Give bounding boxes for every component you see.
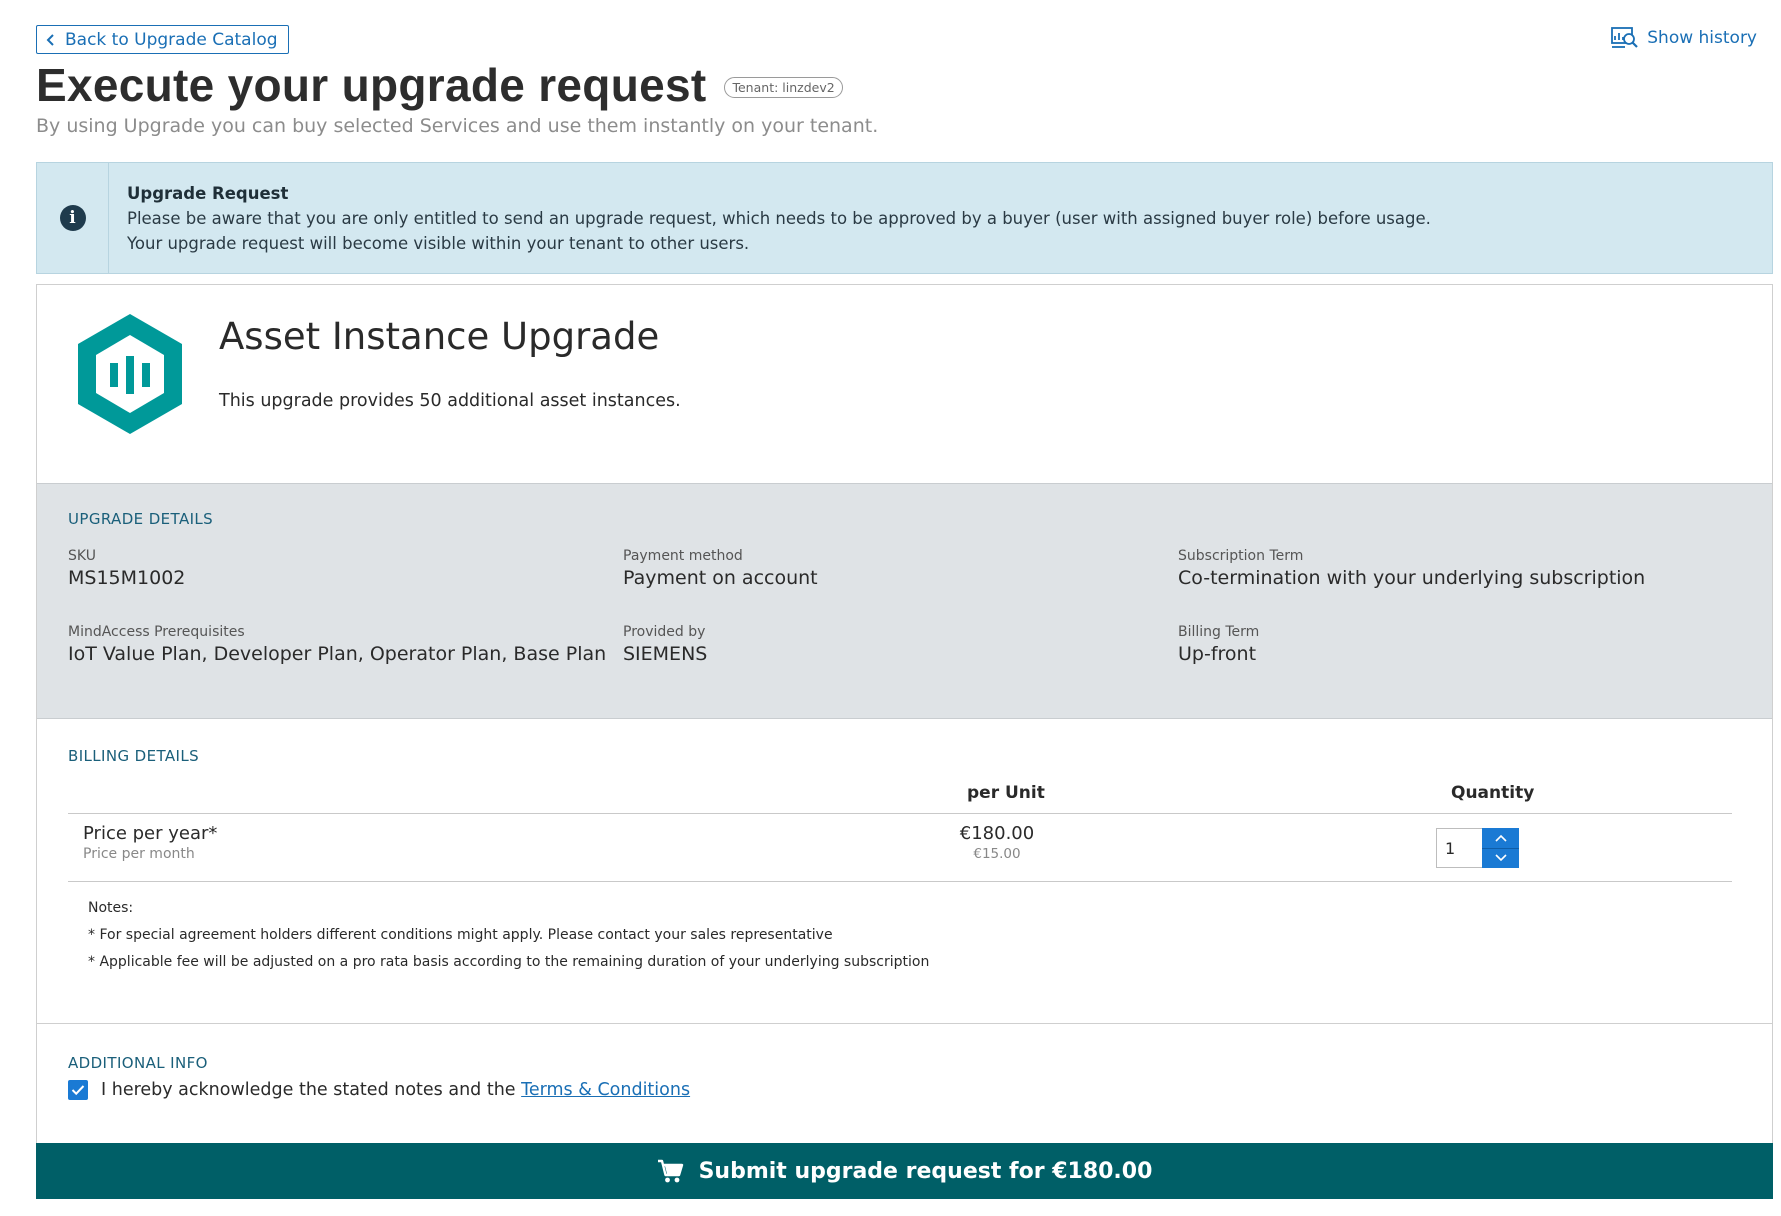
acknowledge-text: I hereby acknowledge the stated notes an… — [101, 1080, 690, 1100]
subscription-term-value: Co-termination with your underlying subs… — [1178, 567, 1646, 589]
submit-upgrade-request-button[interactable]: Submit upgrade request for €180.00 — [36, 1143, 1773, 1199]
price-row-label: Price per year* Price per month — [83, 823, 217, 862]
prerequisites-field: MindAccess Prerequisites IoT Value Plan,… — [68, 624, 606, 665]
payment-method-value: Payment on account — [623, 567, 818, 589]
product-header: Asset Instance Upgrade This upgrade prov… — [37, 285, 1772, 483]
table-top-divider — [68, 813, 1732, 814]
chevron-down-icon — [1494, 854, 1507, 862]
payment-method-field: Payment method Payment on account — [623, 548, 818, 589]
info-line-2: Your upgrade request will become visible… — [127, 234, 750, 253]
show-history-label: Show history — [1647, 28, 1757, 48]
tenant-badge: Tenant: linzdev2 — [724, 76, 843, 98]
billing-term-label: Billing Term — [1178, 624, 1260, 640]
prerequisites-label: MindAccess Prerequisites — [68, 624, 245, 640]
acknowledge-row: I hereby acknowledge the stated notes an… — [68, 1080, 690, 1100]
quantity-input[interactable] — [1436, 828, 1482, 868]
provided-by-label: Provided by — [623, 624, 706, 640]
info-icon: i — [59, 205, 86, 231]
additional-info-section: ADDITIONAL INFO I hereby acknowledge the… — [37, 1024, 1772, 1140]
chevron-up-icon — [1494, 834, 1507, 842]
acknowledge-checkbox[interactable] — [68, 1080, 88, 1100]
table-bottom-divider — [68, 881, 1732, 882]
sku-value: MS15M1002 — [68, 567, 186, 589]
billing-details-heading: BILLING DETAILS — [68, 747, 200, 765]
quantity-steps — [1482, 828, 1519, 868]
billing-term-field: Billing Term Up-front — [1178, 624, 1259, 665]
billing-details-section: BILLING DETAILS per Unit Quantity Price … — [37, 719, 1772, 1024]
back-to-catalog-button[interactable]: Back to Upgrade Catalog — [36, 25, 289, 54]
prerequisites-value: IoT Value Plan, Developer Plan, Operator… — [68, 643, 607, 665]
terms-conditions-link[interactable]: Terms & Conditions — [521, 1080, 690, 1100]
sku-label: SKU — [68, 548, 96, 564]
provided-by-value: SIEMENS — [623, 643, 708, 665]
subscription-term-field: Subscription Term Co-termination with yo… — [1178, 548, 1645, 589]
title-row: Execute your upgrade request Tenant: lin… — [36, 58, 843, 112]
payment-method-label: Payment method — [623, 548, 743, 564]
additional-info-heading: ADDITIONAL INFO — [68, 1054, 208, 1072]
product-description: This upgrade provides 50 additional asse… — [219, 391, 681, 411]
price-per-year-value: €180.00 — [959, 823, 1035, 844]
submit-label: Submit upgrade request for €180.00 — [698, 1158, 1153, 1184]
info-title: Upgrade Request — [127, 184, 289, 203]
sku-field: SKU MS15M1002 — [68, 548, 185, 589]
quantity-column-header: Quantity — [1451, 783, 1535, 803]
check-icon — [71, 1085, 85, 1096]
info-line-1: Please be aware that you are only entitl… — [127, 209, 1431, 228]
quantity-increment-button[interactable] — [1482, 828, 1519, 848]
price-row-values: €180.00 €15.00 — [917, 823, 1077, 862]
upgrade-request-info-banner: i Upgrade Request Please be aware that y… — [36, 162, 1773, 274]
upgrade-details-heading: UPGRADE DETAILS — [68, 510, 214, 528]
per-unit-column-header: per Unit — [967, 783, 1045, 803]
cart-icon — [657, 1159, 683, 1183]
notes-title: Notes: — [88, 900, 134, 916]
billing-notes: Notes: * For special agreement holders d… — [88, 895, 929, 976]
back-button-label: Back to Upgrade Catalog — [65, 29, 278, 50]
upgrade-details-section: UPGRADE DETAILS SKU MS15M1002 Payment me… — [37, 483, 1772, 719]
price-per-month-label: Price per month — [83, 846, 195, 862]
info-text: Upgrade Request Please be aware that you… — [109, 163, 1431, 273]
product-hexagon-logo — [78, 314, 182, 434]
provided-by-field: Provided by SIEMENS — [623, 624, 707, 665]
history-icon — [1611, 27, 1639, 48]
subscription-term-label: Subscription Term — [1178, 548, 1304, 564]
page-title: Execute your upgrade request — [36, 59, 707, 111]
acknowledge-label: I hereby acknowledge the stated notes an… — [101, 1080, 516, 1100]
show-history-link[interactable]: Show history — [1611, 26, 1757, 50]
quantity-stepper[interactable] — [1436, 828, 1519, 868]
note-1: * For special agreement holders differen… — [88, 927, 833, 943]
price-per-month-value: €15.00 — [973, 846, 1021, 862]
note-2: * Applicable fee will be adjusted on a p… — [88, 954, 930, 970]
chevron-left-icon — [46, 33, 54, 46]
product-name: Asset Instance Upgrade — [219, 315, 660, 358]
quantity-decrement-button[interactable] — [1482, 847, 1519, 868]
upgrade-card: Asset Instance Upgrade This upgrade prov… — [36, 284, 1773, 1199]
page-subtitle: By using Upgrade you can buy selected Se… — [36, 115, 879, 137]
price-per-year-label: Price per year* — [83, 823, 218, 844]
billing-term-value: Up-front — [1178, 643, 1257, 665]
info-icon-column: i — [37, 163, 109, 273]
